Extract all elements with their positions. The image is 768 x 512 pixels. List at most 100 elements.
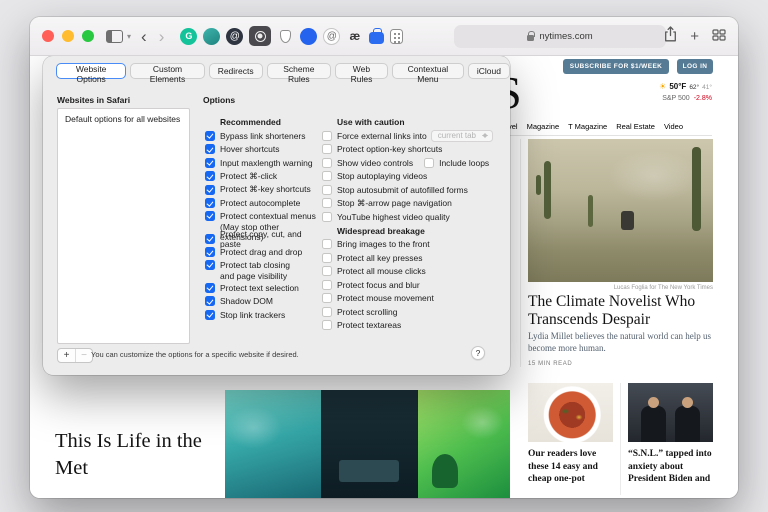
checkbox-unchecked[interactable] — [322, 239, 332, 250]
sidebar-icon[interactable] — [106, 29, 123, 43]
tab-overview-icon[interactable] — [712, 28, 726, 46]
zoom-button[interactable] — [82, 30, 94, 42]
back-button[interactable]: ‹ — [139, 28, 149, 45]
checkbox-checked[interactable] — [205, 157, 215, 168]
tab-icloud[interactable]: iCloud — [467, 63, 510, 79]
checkbox-unchecked[interactable] — [424, 157, 435, 168]
bag-extension-icon[interactable] — [369, 27, 385, 44]
share-icon[interactable] — [664, 26, 677, 47]
add-website-button[interactable]: + — [58, 349, 75, 362]
breakage-header: Widespread breakage — [337, 225, 425, 236]
checkbox-checked[interactable] — [205, 247, 215, 258]
checkbox-checked[interactable] — [205, 130, 215, 141]
option-label: Stop ⌘-arrow page navigation — [337, 197, 452, 208]
subscribe-button[interactable]: SUBSCRIBE FOR $1/WEEK — [563, 59, 669, 74]
option-label: Protect all mouse clicks — [337, 266, 426, 277]
checkbox-checked[interactable] — [205, 184, 215, 195]
toolbar: ▾ ‹ › G @ @ æ nytimes.com + — [30, 17, 738, 56]
checkbox-checked[interactable] — [205, 260, 215, 270]
ring-icon — [254, 30, 266, 42]
game-article-image[interactable] — [225, 390, 510, 498]
tab-web-rules[interactable]: Web Rules — [335, 63, 388, 84]
extension-glyph: G — [185, 31, 193, 41]
read-time: 15 MIN READ — [528, 361, 573, 367]
dialog-tabs: Website Options Custom Elements Redirect… — [56, 63, 510, 84]
checkbox-unchecked[interactable] — [322, 144, 332, 155]
market-widget[interactable]: S&P 500 -2.8% — [662, 95, 712, 102]
lead-headline[interactable]: The Climate Novelist Who Transcends Desp… — [528, 293, 713, 329]
minimize-button[interactable] — [62, 30, 74, 42]
checkbox-checked[interactable] — [205, 282, 215, 293]
calculator-extension-icon[interactable] — [390, 28, 404, 44]
tab-redirects[interactable]: Redirects — [208, 63, 263, 79]
person-shape — [641, 397, 666, 442]
teal-extension-icon[interactable] — [203, 27, 221, 45]
stop-the-madness-extension-icon[interactable] — [249, 26, 272, 46]
checkbox-unchecked[interactable] — [322, 130, 332, 141]
lock-icon — [527, 31, 536, 41]
checkbox-unchecked[interactable] — [322, 279, 332, 290]
option-label: Protect mouse movement — [337, 293, 434, 304]
option-row: Protect tab closing and page visibility — [205, 259, 319, 281]
checkbox-checked[interactable] — [205, 171, 215, 182]
checkbox-unchecked[interactable] — [322, 211, 332, 222]
bottom-left-headline[interactable]: This Is Life in the Met — [55, 428, 233, 490]
checkbox-checked[interactable] — [205, 296, 215, 307]
address-bar[interactable]: nytimes.com — [454, 25, 666, 48]
lead-article-image[interactable] — [528, 139, 713, 282]
help-button[interactable]: ? — [471, 346, 485, 360]
shield-extension-icon[interactable] — [277, 28, 294, 45]
tab-scheme-rules[interactable]: Scheme Rules — [266, 63, 332, 84]
food-teaser-headline[interactable]: Our readers love these 14 easy and cheap… — [528, 448, 613, 496]
checkbox-checked[interactable] — [205, 198, 215, 209]
traffic-lights — [42, 30, 94, 42]
option-label: Protect ⌘-click — [220, 170, 278, 181]
forward-button[interactable]: › — [157, 28, 167, 45]
login-button[interactable]: LOG IN — [677, 59, 713, 74]
blue-extension-icon[interactable] — [300, 27, 318, 45]
website-list-item[interactable]: Default options for all websites — [58, 109, 189, 129]
tab-website-options[interactable]: Website Options — [56, 63, 127, 84]
checkbox-unchecked[interactable] — [322, 293, 332, 304]
toolbar-right: + — [664, 17, 726, 56]
checkbox-unchecked[interactable] — [322, 171, 332, 182]
option-row: Protect all key presses — [322, 251, 512, 265]
nav-item[interactable]: T Magazine — [568, 122, 607, 131]
remove-website-button[interactable]: − — [75, 349, 92, 362]
weather-widget[interactable]: ☀ 50°F 62° 41° — [659, 82, 712, 91]
snl-teaser-headline[interactable]: “S.N.L.” tapped into anxiety about Presi… — [628, 448, 713, 496]
market-index: S&P 500 — [662, 95, 690, 102]
checkbox-unchecked[interactable] — [322, 157, 332, 168]
new-tab-icon[interactable]: + — [690, 28, 699, 45]
chevron-down-icon[interactable]: ▾ — [127, 32, 131, 41]
checkbox-unchecked[interactable] — [322, 252, 332, 263]
checkbox-checked[interactable] — [205, 233, 215, 244]
nav-item[interactable]: Video — [664, 122, 683, 131]
checkbox-checked[interactable] — [205, 211, 215, 221]
option-row: Input maxlength warning — [205, 156, 319, 170]
link-target-dropdown[interactable]: current tab — [430, 129, 494, 142]
grammarly-extension-icon[interactable]: G — [180, 27, 198, 45]
checkbox-unchecked[interactable] — [322, 184, 332, 195]
checkbox-checked[interactable] — [205, 144, 215, 155]
close-button[interactable] — [42, 30, 54, 42]
snl-article-image[interactable] — [628, 383, 713, 442]
checkbox-unchecked[interactable] — [322, 320, 332, 331]
ae-extension-icon[interactable]: æ — [346, 28, 363, 45]
tab-custom-elements[interactable]: Custom Elements — [130, 63, 205, 84]
cactus-shape — [692, 147, 701, 231]
image-panel — [225, 390, 321, 498]
at-extension-icon[interactable]: @ — [226, 27, 244, 45]
food-article-image[interactable] — [528, 383, 613, 442]
at-circle-extension-icon[interactable]: @ — [323, 27, 341, 45]
url-text: nytimes.com — [539, 31, 593, 42]
tab-contextual-menu[interactable]: Contextual Menu — [391, 63, 464, 84]
websites-listbox[interactable]: Default options for all websites — [57, 108, 190, 344]
checkbox-checked[interactable] — [205, 309, 215, 320]
checkbox-unchecked[interactable] — [322, 266, 332, 277]
checkbox-unchecked[interactable] — [322, 306, 332, 317]
checkbox-unchecked[interactable] — [322, 198, 332, 209]
grid-dots-icon — [393, 33, 396, 35]
nav-item[interactable]: Real Estate — [616, 122, 655, 131]
nav-item[interactable]: Magazine — [527, 122, 560, 131]
